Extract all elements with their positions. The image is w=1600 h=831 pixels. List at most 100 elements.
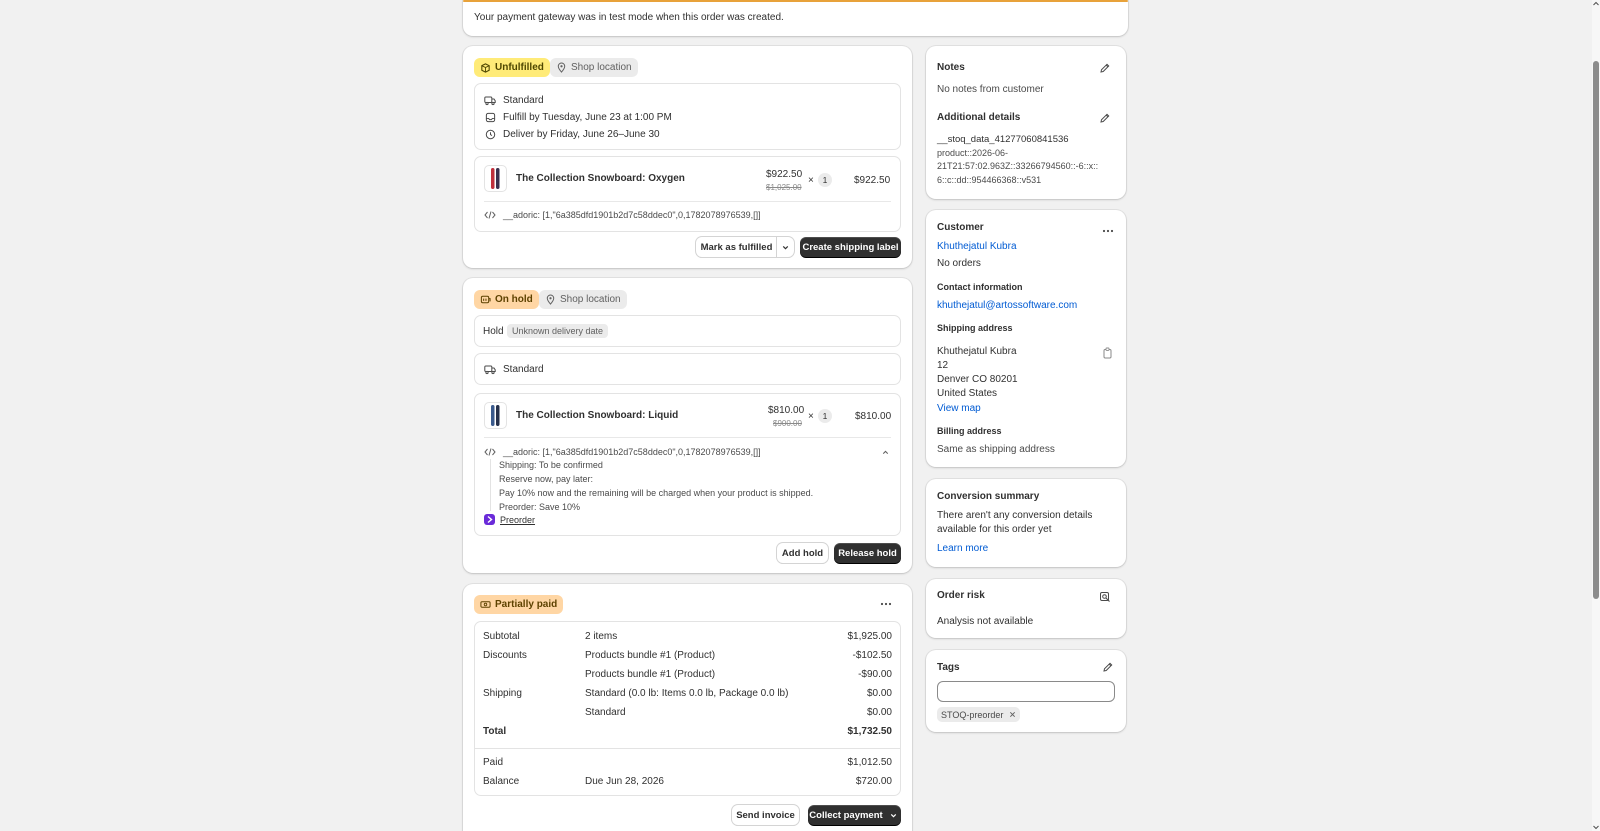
quantity-times: × [808, 411, 814, 422]
risk-analysis-icon[interactable] [1099, 591, 1111, 603]
balance-amount: $720.00 [855, 776, 892, 787]
mark-as-fulfilled-button[interactable]: Mark as fulfilled [696, 237, 777, 257]
collect-payment-label: Collect payment [809, 809, 883, 821]
product-price-oxygen: $922.50 [766, 169, 803, 180]
send-invoice-label: Send invoice [736, 809, 795, 821]
hold-icon [479, 294, 491, 306]
total-amount: $1,732.50 [847, 726, 893, 737]
product-compare-price-oxygen: $1,025.00 [766, 183, 802, 192]
truck-icon [484, 363, 496, 375]
conversion-line-1: available for this order yet [937, 524, 1052, 535]
more-horizontal-icon [1102, 225, 1114, 237]
additional-details-line-2: 21T21:57:02.963Z::33266794560::-6::x:: [937, 161, 1099, 171]
balance-label: Balance [483, 776, 520, 787]
edit-tags-pencil-icon[interactable] [1102, 661, 1114, 673]
additional-details-line-1: product::2026-06- [937, 148, 1009, 158]
product-price-liquid: $810.00 [768, 405, 805, 416]
product-thumbnail-liquid[interactable] [484, 402, 507, 429]
custom-property-text: __adoric: [1,"6a385dfd1901b2d7c58ddec0",… [503, 210, 761, 220]
notes-text: No notes from customer [937, 84, 1044, 95]
view-map-link[interactable]: View map [937, 403, 981, 414]
product-name-liquid[interactable]: The Collection Snowboard: Liquid [516, 410, 678, 421]
quantity-times: × [808, 175, 814, 186]
summary-desc: Standard (0.0 lb: Items 0.0 lb, Package … [585, 688, 789, 699]
hold-property-line-2: Reserve now, pay later: [499, 474, 594, 484]
deliver-by-row: Deliver by Friday, June 26–June 30 [484, 128, 660, 140]
collect-payment-button[interactable]: Collect payment [808, 805, 901, 825]
shipping-address-title: Shipping address [937, 323, 1013, 333]
quantity-badge-liquid: 1 [818, 409, 832, 423]
fulfill-by-row: Fulfill by Tuesday, June 23 at 1:00 PM [484, 111, 672, 123]
banner-warning-bar [463, 0, 1128, 2]
preorder-app-icon [484, 514, 495, 525]
scroll-up-arrow-icon[interactable] [1592, 0, 1600, 8]
summary-row-total: Total $1,732.50 [483, 726, 892, 740]
create-shipping-label-button[interactable]: Create shipping label [800, 237, 901, 257]
unfulfilled-badge: Unfulfilled [474, 58, 550, 77]
summary-amount: $1,925.00 [847, 631, 893, 642]
hold-delivery-method-text: Standard [503, 363, 544, 375]
summary-row-shipping: Shipping Standard (0.0 lb: Items 0.0 lb,… [483, 688, 892, 702]
order-risk-card [926, 579, 1126, 638]
conversion-line-0: There aren't any conversion details [937, 510, 1093, 521]
fulfillment-box-icon [479, 62, 491, 74]
edit-notes-pencil-icon[interactable] [1099, 62, 1111, 74]
summary-amount: -$102.50 [852, 650, 892, 661]
learn-more-link[interactable]: Learn more [937, 543, 988, 554]
on-hold-badge: On hold [474, 290, 539, 309]
payment-more-actions-button[interactable] [880, 598, 894, 610]
total-label: Total [483, 726, 507, 737]
copy-address-icon[interactable] [1102, 347, 1114, 359]
address-line-0: Khuthejatul Kubra [937, 346, 1017, 357]
summary-desc: Products bundle #1 (Product) [585, 650, 716, 661]
custom-property-row: __adoric: [1,"6a385dfd1901b2d7c58ddec0",… [484, 209, 761, 221]
scroll-down-arrow-icon[interactable] [1592, 823, 1600, 831]
customer-name-link[interactable]: Khuthejatul Kubra [937, 241, 1017, 252]
fulfill-options-dropdown[interactable] [777, 237, 794, 257]
summary-row-shipping-2: Standard $0.00 [483, 707, 892, 721]
page-scrollbar-thumb[interactable] [1593, 61, 1599, 599]
summary-desc: Standard [585, 707, 626, 718]
tags-input[interactable] [937, 681, 1115, 702]
notes-title: Notes [937, 62, 965, 73]
hold-line-item-divider [484, 437, 891, 438]
partially-paid-badge: Partially paid [474, 595, 564, 614]
create-shipping-label-text: Create shipping label [802, 241, 899, 253]
hold-shop-location-badge: Shop location [539, 290, 627, 309]
release-hold-button[interactable]: Release hold [834, 543, 901, 563]
line-total-oxygen: $922.50 [854, 175, 891, 186]
payment-cash-icon [479, 599, 491, 611]
paid-label: Paid [483, 757, 504, 768]
fulfill-by-text: Fulfill by Tuesday, June 23 at 1:00 PM [503, 111, 672, 123]
hold-delivery-method-row: Standard [484, 363, 544, 375]
summary-row-paid: Paid $1,012.50 [483, 757, 892, 771]
additional-details-line-3: 6::c::dd::954466368::v531 [937, 175, 1042, 185]
contact-info-title: Contact information [937, 282, 1023, 292]
hold-label: Hold [483, 326, 504, 337]
remove-tag-icon[interactable] [1008, 711, 1016, 719]
add-hold-button[interactable]: Add hold [777, 543, 828, 563]
quantity-badge-oxygen: 1 [818, 173, 832, 187]
collapse-properties-button[interactable] [879, 446, 891, 458]
chevron-down-icon [780, 241, 792, 253]
customer-orders: No orders [937, 258, 981, 269]
line-total-liquid: $810.00 [855, 411, 892, 422]
paid-amount: $1,012.50 [847, 757, 893, 768]
product-name-oxygen[interactable]: The Collection Snowboard: Oxygen [516, 173, 685, 184]
order-risk-text: Analysis not available [937, 616, 1034, 627]
partially-paid-label: Partially paid [495, 599, 558, 610]
customer-more-actions-button[interactable] [1102, 225, 1116, 233]
summary-label: Discounts [483, 650, 527, 661]
customer-title: Customer [937, 222, 984, 233]
clock-icon [484, 128, 496, 140]
summary-row-balance: Balance Due Jun 28, 2026 $720.00 [483, 776, 892, 790]
additional-details-line-0: __stoq_data_41277060841536 [937, 134, 1069, 145]
tags-title: Tags [937, 662, 960, 673]
billing-address-text: Same as shipping address [937, 444, 1055, 455]
edit-additional-details-pencil-icon[interactable] [1099, 112, 1111, 124]
preorder-app-link[interactable]: Preorder [500, 515, 535, 525]
conversion-summary-title: Conversion summary [937, 491, 1040, 502]
product-thumbnail-oxygen[interactable] [484, 165, 507, 192]
send-invoice-button[interactable]: Send invoice [732, 805, 799, 825]
customer-email-link[interactable]: khuthejatul@artossoftware.com [937, 300, 1077, 311]
